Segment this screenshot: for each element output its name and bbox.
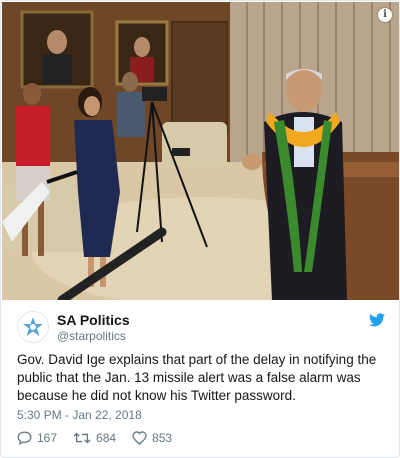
retweet-button[interactable]: 684 bbox=[73, 431, 116, 445]
like-count: 853 bbox=[152, 431, 173, 445]
tweet-actions: 167 684 853 bbox=[17, 429, 188, 447]
tweet-timestamp[interactable]: 5:30 PM - Jan 22, 2018 bbox=[17, 408, 142, 422]
user-handle[interactable]: @starpolitics bbox=[57, 329, 126, 343]
retweet-icon bbox=[73, 432, 91, 444]
reply-icon bbox=[17, 431, 32, 445]
like-button[interactable]: 853 bbox=[132, 431, 172, 445]
reply-count: 167 bbox=[37, 431, 58, 445]
retweet-count: 684 bbox=[96, 431, 117, 445]
press-conference-photo bbox=[2, 2, 399, 300]
tweet-card[interactable]: i SA Politics @starpolitics Gov. David I… bbox=[0, 0, 400, 458]
display-name[interactable]: SA Politics bbox=[57, 312, 130, 328]
star-advertiser-logo-icon[interactable] bbox=[17, 311, 49, 343]
tweet-header: SA Politics @starpolitics bbox=[17, 311, 387, 345]
tweet-text: Gov. David Ige explains that part of the… bbox=[17, 352, 377, 403]
reply-button[interactable]: 167 bbox=[17, 431, 57, 445]
info-icon[interactable]: i bbox=[378, 8, 392, 22]
twitter-bird-icon[interactable] bbox=[369, 313, 385, 327]
heart-icon bbox=[132, 431, 147, 445]
avatar-star-logo bbox=[23, 317, 43, 336]
tweet-photo[interactable]: i bbox=[2, 2, 399, 300]
